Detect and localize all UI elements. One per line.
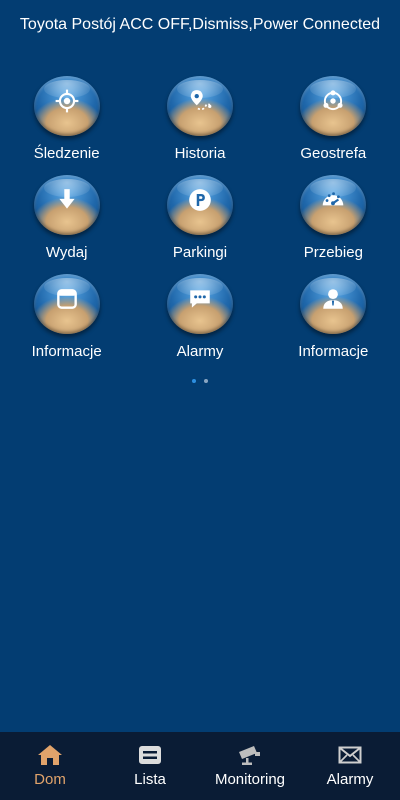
tile-label: Przebieg	[303, 244, 363, 261]
bottom-navigation: Dom Lista Monitoring Alarmy	[0, 732, 400, 800]
tile-tracking[interactable]: Śledzenie	[0, 76, 133, 162]
envelope-icon	[338, 746, 362, 764]
geofence-icon	[323, 90, 343, 111]
tile-label: Geostrefa	[300, 145, 367, 162]
geofence-orb	[300, 76, 367, 136]
user-icon	[323, 289, 344, 309]
export-orb	[33, 175, 100, 235]
page-indicator	[0, 379, 400, 383]
nav-label: Alarmy	[326, 771, 374, 788]
home-icon	[38, 745, 62, 765]
route-pin-icon	[190, 90, 212, 111]
tile-info-calendar[interactable]: Informacje	[0, 274, 133, 360]
nav-item-alarms[interactable]: Alarmy	[300, 732, 400, 800]
nav-item-list[interactable]: Lista	[100, 732, 200, 800]
tile-label: Wydaj	[45, 244, 88, 261]
tile-label: Informacje	[31, 343, 102, 360]
tile-parking[interactable]: Parkingi	[133, 175, 266, 261]
camera-icon	[239, 746, 260, 765]
tile-geofence[interactable]: Geostrefa	[267, 76, 400, 162]
tile-label: Śledzenie	[33, 145, 100, 162]
tile-export[interactable]: Wydaj	[0, 175, 133, 261]
page-dot[interactable]	[204, 379, 208, 383]
info-calendar-orb	[33, 274, 100, 334]
parking-orb	[166, 175, 233, 235]
download-arrow-icon	[59, 189, 75, 209]
calendar-icon	[56, 289, 77, 310]
tile-label: Parkingi	[172, 244, 228, 261]
status-title: Toyota Postój ACC OFF,Dismiss,Power Conn…	[19, 16, 381, 33]
tile-history[interactable]: Historia	[133, 76, 266, 162]
nav-label: Lista	[134, 771, 166, 788]
feature-grid: Śledzenie Historia Geostrefa Wydaj Parki…	[0, 76, 400, 360]
page-dot-active[interactable]	[192, 379, 196, 383]
tracking-orb	[33, 76, 100, 136]
nav-item-monitoring[interactable]: Monitoring	[200, 732, 300, 800]
list-icon	[139, 746, 161, 764]
nav-item-home[interactable]: Dom	[0, 732, 100, 800]
mileage-orb	[300, 175, 367, 235]
parking-icon	[189, 189, 211, 212]
tile-alarms[interactable]: Alarmy	[133, 274, 266, 360]
crosshair-icon	[55, 89, 79, 113]
tile-mileage[interactable]: Przebieg	[267, 175, 400, 261]
tile-label: Historia	[174, 145, 226, 162]
tile-label: Alarmy	[176, 343, 224, 360]
tile-info-user[interactable]: Informacje	[267, 274, 400, 360]
nav-label: Dom	[34, 771, 66, 788]
info-user-orb	[300, 274, 367, 334]
nav-label: Monitoring	[214, 771, 286, 788]
alarms-orb	[166, 274, 233, 334]
message-bubble-icon	[190, 290, 210, 308]
history-orb	[166, 76, 233, 136]
speedometer-icon	[323, 192, 344, 206]
tile-label: Informacje	[298, 343, 369, 360]
